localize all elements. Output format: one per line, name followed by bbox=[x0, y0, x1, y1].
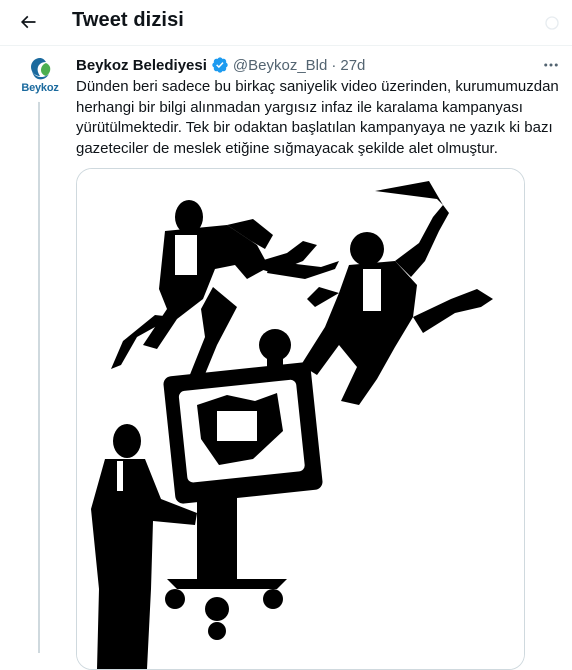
tweet-timestamp[interactable]: 27d bbox=[340, 57, 365, 74]
beykoz-logo-icon bbox=[31, 58, 51, 80]
separator-dot: · bbox=[331, 56, 337, 74]
tweet-media[interactable] bbox=[76, 168, 525, 670]
avatar-logo-text: Beykoz bbox=[21, 82, 59, 94]
top-header: Tweet dizisi bbox=[0, 0, 572, 45]
arrow-left-icon bbox=[20, 15, 36, 29]
header-divider bbox=[0, 45, 572, 46]
tweet-text: Dünden beri sadece bu birkaç saniyelik v… bbox=[76, 78, 559, 157]
tweet-author-row: Beykoz Belediyesi @Beykoz_Bld · 27d bbox=[76, 55, 365, 75]
back-button[interactable] bbox=[12, 6, 44, 38]
more-horizontal-icon bbox=[544, 63, 558, 67]
thread-connector-line bbox=[38, 96, 40, 653]
page-title: Tweet dizisi bbox=[72, 9, 184, 31]
verified-badge-icon bbox=[212, 57, 228, 73]
avatar[interactable]: Beykoz bbox=[16, 54, 64, 102]
more-options-button[interactable] bbox=[536, 50, 566, 80]
illustration-image bbox=[77, 169, 524, 669]
author-handle[interactable]: @Beykoz_Bld bbox=[233, 57, 327, 74]
author-name[interactable]: Beykoz Belediyesi bbox=[76, 57, 207, 74]
header-edge-icon bbox=[532, 0, 572, 45]
